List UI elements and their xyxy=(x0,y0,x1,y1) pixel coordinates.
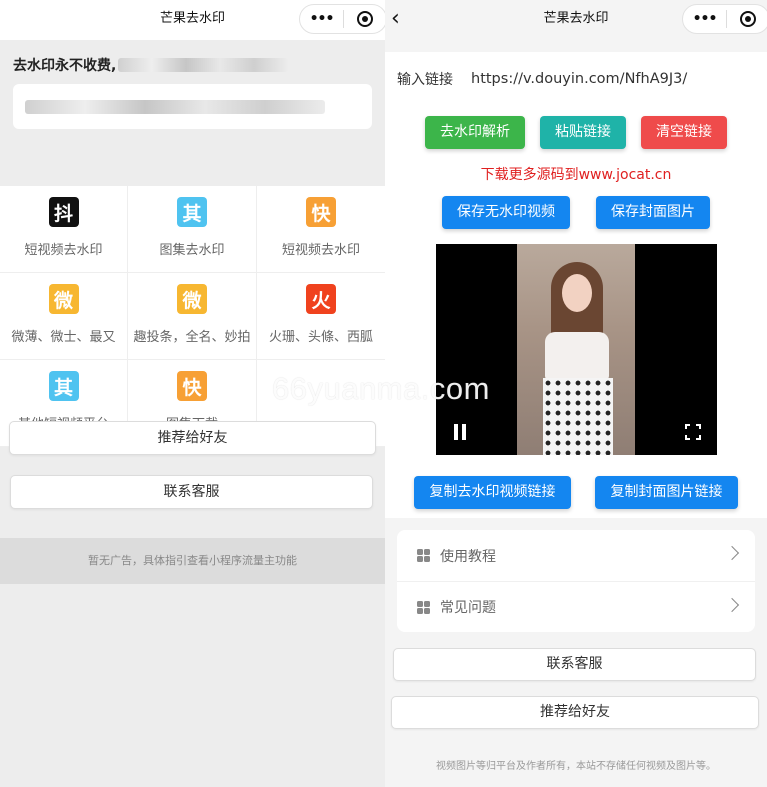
chevron-right-icon xyxy=(724,545,740,561)
paste-button[interactable]: 粘贴链接 xyxy=(540,116,626,149)
fullscreen-icon[interactable] xyxy=(685,424,701,440)
grid-item-label: 微薄、微士、最又 xyxy=(11,330,116,345)
left-nav-title: 芒果去水印 xyxy=(159,11,225,26)
grid-item-label: 火珊、头條、西胍 xyxy=(268,330,373,345)
grid-item-kuaishou[interactable]: 快 短视频去水印 xyxy=(257,186,385,273)
platform-grid: 抖 短视频去水印 其 图集去水印 快 短视频去水印 微 微薄、微士、最又 微 趣… xyxy=(0,186,385,447)
link-label: 输入链接 xyxy=(397,72,453,88)
close-target-icon[interactable] xyxy=(727,11,767,27)
right-nav-title: 芒果去水印 xyxy=(543,11,609,26)
huoshan-icon: 火 xyxy=(306,284,336,314)
grid-icon xyxy=(417,600,430,614)
kuaishou-icon: 快 xyxy=(306,197,336,227)
link-input-blurred[interactable] xyxy=(13,84,372,129)
grid-icon xyxy=(417,549,430,562)
left-nav-bar: 芒果去水印 ••• xyxy=(0,0,387,40)
promo-link[interactable]: 下载更多源码到www.jocat.cn xyxy=(385,164,767,184)
blurred-text xyxy=(118,58,289,72)
more-icon[interactable]: ••• xyxy=(300,5,343,33)
contact-button[interactable]: 联系客服 xyxy=(10,475,373,509)
other-icon: 其 xyxy=(177,197,207,227)
douyin-icon: 抖 xyxy=(48,197,79,227)
menu-item-label: 使用教程 xyxy=(440,548,496,565)
link-input-row[interactable]: 输入链接 https://v.douyin.com/NfhA9J3/ xyxy=(385,52,767,106)
left-capsule-menu[interactable]: ••• xyxy=(299,4,387,34)
right-nav-bar: ‹ 芒果去水印 ••• xyxy=(385,0,767,40)
share-button[interactable]: 推荐给好友 xyxy=(391,696,759,729)
blurred-input-text xyxy=(25,99,325,114)
chevron-right-icon xyxy=(724,597,740,613)
copy-video-link-button[interactable]: 复制去水印视频链接 xyxy=(414,476,571,509)
video-frame xyxy=(517,244,635,455)
grid-item-label: 趣投条，全名、妙拍 xyxy=(133,330,251,345)
weibo-icon: 微 xyxy=(48,284,79,314)
grid-item-gallery[interactable]: 其 图集去水印 xyxy=(128,186,257,273)
save-cover-button[interactable]: 保存封面图片 xyxy=(596,196,710,229)
save-video-button[interactable]: 保存无水印视频 xyxy=(442,196,570,229)
grid-item-weibo[interactable]: 微 微薄、微士、最又 xyxy=(0,273,128,360)
help-menu-card: 使用教程 常见问题 xyxy=(397,530,755,632)
grid-item-label: 图集去水印 xyxy=(159,243,225,258)
grid-item-huoshan[interactable]: 火 火珊、头條、西胍 xyxy=(257,273,385,360)
notice-title: 去水印永不收费, xyxy=(13,54,372,76)
other-platform-icon: 其 xyxy=(48,371,79,401)
copy-cover-link-button[interactable]: 复制封面图片链接 xyxy=(595,476,738,509)
footer-disclaimer: 视频图片等归平台及作者所有，本站不存储任何视频及图片等。 xyxy=(436,761,716,772)
contact-button[interactable]: 联系客服 xyxy=(393,648,756,681)
parse-button[interactable]: 去水印解析 xyxy=(425,116,525,149)
notice-section: 去水印永不收费, xyxy=(0,40,385,186)
grid-item-douyin[interactable]: 抖 短视频去水印 xyxy=(0,186,128,273)
menu-item-tutorial[interactable]: 使用教程 xyxy=(397,530,755,581)
video-player[interactable] xyxy=(436,244,717,455)
weishi-icon: 微 xyxy=(177,284,207,314)
right-capsule-menu[interactable]: ••• xyxy=(682,4,767,34)
grid-item-label: 短视频去水印 xyxy=(24,243,103,258)
parse-panel: 输入链接 https://v.douyin.com/NfhA9J3/ 去水印解析… xyxy=(385,52,767,518)
menu-item-label: 常见问题 xyxy=(440,600,496,616)
clear-button[interactable]: 清空链接 xyxy=(641,116,727,149)
menu-item-faq[interactable]: 常见问题 xyxy=(397,581,755,632)
share-button[interactable]: 推荐给好友 xyxy=(9,421,376,455)
link-input[interactable]: https://v.douyin.com/NfhA9J3/ xyxy=(471,71,687,87)
grid-item-weishi[interactable]: 微 趣投条，全名、妙拍 xyxy=(128,273,257,360)
gallery-download-icon: 快 xyxy=(177,371,207,401)
close-target-icon[interactable] xyxy=(344,11,386,27)
pause-icon[interactable] xyxy=(454,424,466,440)
watermark-text: 66yuanma.com xyxy=(272,371,490,406)
grid-item-label: 短视频去水印 xyxy=(281,243,360,258)
back-icon[interactable]: ‹ xyxy=(391,8,400,30)
more-icon[interactable]: ••• xyxy=(683,5,726,33)
ad-banner: 暂无广告，具体指引查看小程序流量主功能 xyxy=(0,538,385,584)
